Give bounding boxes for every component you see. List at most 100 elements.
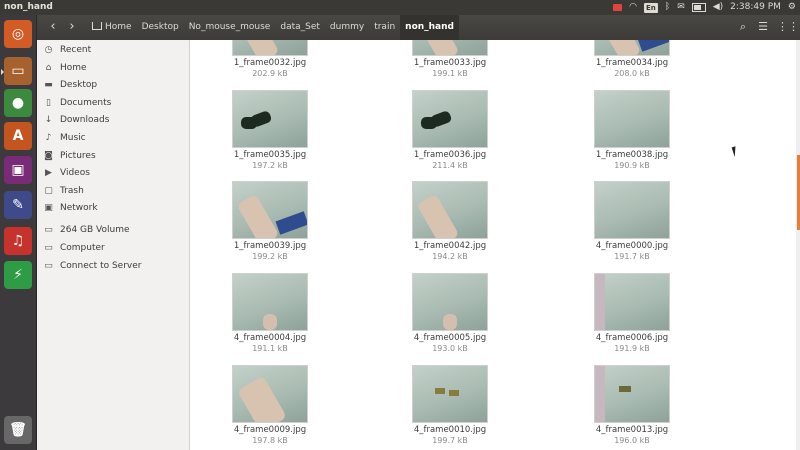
chrome-icon[interactable]: ● (4, 89, 32, 117)
breadcrumb-non-hand[interactable]: non_hand (400, 15, 459, 40)
sidebar-item-trash[interactable]: ▢ Trash (37, 183, 189, 200)
file-thumbnail[interactable] (594, 181, 670, 239)
breadcrumb-desktop[interactable]: Desktop (137, 15, 184, 40)
system-settings-icon[interactable]: ✎ (4, 191, 32, 219)
arm-shape (416, 40, 460, 55)
file-thumbnail[interactable] (232, 181, 308, 239)
search-icon[interactable]: ⌕ (735, 19, 751, 35)
file-thumbnail[interactable] (232, 273, 308, 331)
mouse-object (421, 117, 437, 129)
software-center-icon[interactable]: A (4, 122, 32, 150)
file-item[interactable]: 4_frame0009.jpg 197.8 kB (210, 365, 330, 446)
hand-shape (263, 314, 277, 330)
transfer-icon-glyph: ⚡ (13, 267, 23, 283)
video-editor-icon[interactable]: ▣ (4, 156, 32, 184)
running-indicator (1, 69, 4, 75)
clock[interactable]: 2:38:49 PM (730, 0, 781, 15)
file-item[interactable]: 1_frame0033.jpg 199.1 kB (390, 40, 510, 79)
file-item[interactable]: 4_frame0004.jpg 191.1 kB (210, 273, 330, 354)
gear-icon[interactable]: ⚙ (788, 0, 796, 15)
sound-icon[interactable]: ♫ (4, 227, 32, 255)
file-item[interactable]: 4_frame0006.jpg 191.9 kB (572, 273, 692, 354)
file-thumbnail[interactable] (594, 40, 670, 56)
file-name: 4_frame0004.jpg (233, 333, 307, 343)
trash-icon[interactable]: 🗑 (4, 416, 32, 444)
sidebar-item-264-gb-volume[interactable]: ▭ 264 GB Volume (37, 222, 189, 239)
bluetooth-icon[interactable]: ᛒ (665, 0, 670, 15)
list-view-icon[interactable]: ☰ (755, 19, 771, 35)
file-thumbnail[interactable] (232, 40, 308, 56)
sleeve-shape (275, 211, 307, 235)
file-size: 197.2 kB (252, 161, 288, 170)
file-thumbnail[interactable] (412, 181, 488, 239)
ubuntu-dash-icon[interactable]: ◎ (4, 20, 32, 48)
file-name: 1_frame0039.jpg (233, 241, 307, 251)
keyboard-layout-indicator[interactable]: En (644, 2, 658, 13)
arm-shape (236, 40, 280, 55)
breadcrumb-dummy[interactable]: dummy (325, 15, 369, 40)
sidebar-item-network[interactable]: ▣ Network (37, 200, 189, 217)
transfer-icon[interactable]: ⚡ (4, 261, 32, 289)
breadcrumb-train[interactable]: train (369, 15, 400, 40)
sidebar-item-videos[interactable]: ▶ Videos (37, 165, 189, 182)
file-size: 211.4 kB (432, 161, 468, 170)
sidebar-item-downloads[interactable]: ↓ Downloads (37, 112, 189, 129)
scrollbar[interactable] (796, 40, 800, 450)
arm-shape (598, 40, 642, 55)
battery-icon[interactable] (691, 3, 706, 12)
breadcrumb-no-mouse-mouse[interactable]: No_mouse_mouse (184, 15, 276, 40)
grid-view-icon[interactable]: ⋮⋮ (777, 19, 799, 35)
sidebar-item-desktop[interactable]: ▬ Desktop (37, 77, 189, 94)
file-name: 4_frame0000.jpg (595, 241, 669, 251)
file-item[interactable]: 1_frame0042.jpg 194.2 kB (390, 181, 510, 262)
sidebar-item-home[interactable]: ⌂ Home (37, 60, 189, 77)
breadcrumb-home[interactable]: Home (87, 15, 137, 40)
file-size: 199.2 kB (252, 252, 288, 261)
record-icon[interactable] (613, 4, 623, 11)
files-icon[interactable]: ▭ (1, 57, 32, 85)
file-thumbnail[interactable] (594, 365, 670, 423)
file-item[interactable]: 1_frame0039.jpg 199.2 kB (210, 181, 330, 262)
file-item[interactable]: 1_frame0036.jpg 211.4 kB (390, 90, 510, 171)
sidebar-item-documents[interactable]: ▯ Documents (37, 95, 189, 112)
sidebar-item-connect-to-server[interactable]: ▭ Connect to Server (37, 258, 189, 275)
file-thumbnail[interactable] (232, 365, 308, 423)
volume-icon[interactable]: ◀) (713, 0, 723, 15)
back-button[interactable]: ‹ (45, 19, 61, 35)
chrome-icon-glyph: ● (11, 95, 25, 111)
arm-shape (237, 375, 287, 422)
file-thumbnail[interactable] (412, 40, 488, 56)
ubuntu-dash-icon-glyph: ◎ (11, 26, 25, 42)
file-item[interactable]: 1_frame0035.jpg 197.2 kB (210, 90, 330, 171)
file-item[interactable]: 1_frame0038.jpg 190.9 kB (572, 90, 692, 171)
sidebar-item-pictures[interactable]: ◙ Pictures (37, 148, 189, 165)
file-item[interactable]: 4_frame0000.jpg 191.7 kB (572, 181, 692, 262)
file-item[interactable]: 4_frame0010.jpg 199.7 kB (390, 365, 510, 446)
file-size: 194.2 kB (432, 252, 468, 261)
sidebar-item-computer[interactable]: ▭ Computer (37, 240, 189, 257)
file-name: 1_frame0034.jpg (595, 58, 669, 68)
wifi-icon[interactable]: ◠ (629, 0, 637, 15)
file-thumbnail[interactable] (412, 90, 488, 148)
file-thumbnail[interactable] (412, 365, 488, 423)
sidebar-item-label: Computer (60, 243, 105, 253)
sidebar-item-music[interactable]: ♪ Music (37, 130, 189, 147)
file-thumbnail[interactable] (232, 90, 308, 148)
file-item[interactable]: 4_frame0013.jpg 196.0 kB (572, 365, 692, 446)
file-thumbnail[interactable] (412, 273, 488, 331)
system-settings-icon-glyph: ✎ (12, 197, 24, 213)
mail-icon[interactable]: ✉ (677, 0, 685, 15)
sidebar-item-recent[interactable]: ◷ Recent (37, 42, 189, 59)
file-thumbnail[interactable] (594, 273, 670, 331)
breadcrumb-label: dummy (329, 22, 365, 32)
forward-button[interactable]: › (64, 19, 80, 35)
video-icon: ▶ (45, 168, 52, 179)
file-size: 197.8 kB (252, 436, 288, 445)
file-item[interactable]: 1_frame0034.jpg 208.0 kB (572, 40, 692, 79)
object-shape (619, 386, 631, 392)
file-thumbnail[interactable] (594, 90, 670, 148)
clock-icon: ◷ (44, 45, 53, 55)
breadcrumb-data-set[interactable]: data_Set (275, 15, 325, 40)
file-item[interactable]: 1_frame0032.jpg 202.9 kB (210, 40, 330, 79)
file-item[interactable]: 4_frame0005.jpg 193.0 kB (390, 273, 510, 354)
